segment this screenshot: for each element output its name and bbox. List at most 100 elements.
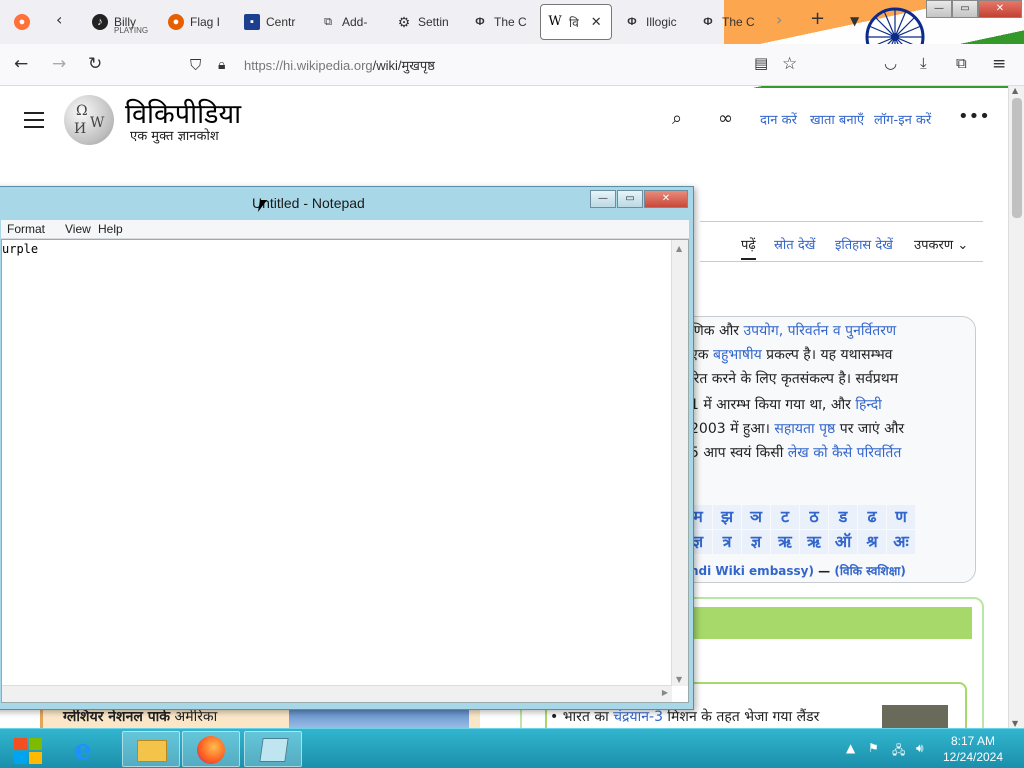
network-icon[interactable]: 🖧︎: [892, 741, 905, 762]
alphabet-letter[interactable]: ऑ: [829, 530, 857, 554]
notepad-vertical-scrollbar[interactable]: ▲ ▼: [671, 240, 688, 686]
alphabet-letter[interactable]: ढ: [858, 505, 886, 529]
taskbar-internet-explorer[interactable]: e: [60, 731, 118, 767]
self-learning-link[interactable]: (विकि स्वशिक्षा): [834, 564, 906, 578]
scroll-down-icon[interactable]: ▼: [1012, 719, 1018, 728]
reader-view-icon[interactable]: ▤: [754, 54, 768, 72]
notepad-maximize-button[interactable]: ▭: [617, 190, 643, 208]
tab-scroll-right-icon[interactable]: ›: [776, 10, 782, 29]
embassy-link[interactable]: ndi Wiki embassy): [690, 564, 814, 578]
featured-link[interactable]: ग्लेशियर नेशनल पार्क: [63, 709, 170, 725]
firefox-view-tab[interactable]: ●: [8, 4, 32, 40]
tab-the-c-1[interactable]: Ф The C: [466, 4, 536, 40]
shield-icon[interactable]: ⛉: [190, 56, 201, 74]
alphabet-letter[interactable]: ञ: [742, 505, 770, 529]
window-maximize-button[interactable]: ▭: [952, 0, 978, 18]
notepad-titlebar[interactable]: Untitled - Notepad — ▭ ✕: [0, 187, 693, 219]
wikipedia-icon: W: [548, 14, 562, 29]
site-icon: Ф: [703, 16, 713, 28]
link-multilingual[interactable]: बहुभाषीय: [713, 347, 762, 363]
back-icon[interactable]: ←: [14, 54, 28, 74]
tab-read[interactable]: पढ़ें: [741, 235, 756, 260]
taskbar-file-explorer[interactable]: [122, 731, 180, 767]
more-options-icon[interactable]: •••: [958, 106, 990, 127]
menu-icon[interactable]: ≡: [992, 54, 1006, 74]
browser-tab-strip: ● ‹ ♪ Billy PLAYING ● Flag I ▪ Centr ⧉ A…: [0, 0, 1024, 88]
tab-the-c-2[interactable]: Ф The C: [694, 4, 764, 40]
downloads-icon[interactable]: ⤓: [920, 54, 927, 72]
system-clock[interactable]: 8:17 AM 12/24/2024: [940, 733, 1006, 765]
link-chandrayaan-3[interactable]: चंद्रयान-3: [613, 709, 663, 725]
alphabet-letter[interactable]: त्र: [713, 530, 741, 554]
new-tab-icon[interactable]: +: [810, 8, 825, 29]
tab-tools-label: उपकरण: [914, 238, 954, 253]
page-scrollbar[interactable]: ▲ ▼: [1008, 86, 1024, 728]
link-hindi[interactable]: हिन्दी: [855, 397, 881, 413]
notepad-horizontal-scrollbar[interactable]: ▶: [2, 685, 672, 702]
tab-flag[interactable]: ● Flag I: [162, 4, 232, 40]
notepad-minimize-button[interactable]: —: [590, 190, 616, 208]
alphabet-letter[interactable]: ड: [829, 505, 857, 529]
alphabet-letter[interactable]: ऋ: [771, 530, 799, 554]
tab-scroll-left-icon[interactable]: ‹: [56, 10, 62, 29]
tab-settings[interactable]: ⚙ Settin: [390, 4, 460, 40]
close-tab-icon[interactable]: ✕: [591, 14, 602, 30]
notepad-close-button[interactable]: ✕: [644, 190, 688, 208]
scroll-up-icon[interactable]: ▲: [676, 244, 682, 253]
link-use-modify-distribute[interactable]: उपयोग, परिवर्तन व पुनर्वितरण: [743, 323, 896, 339]
alphabet-letter[interactable]: ट: [771, 505, 799, 529]
bookmark-star-icon[interactable]: ☆: [782, 54, 797, 74]
search-icon[interactable]: ⌕: [672, 108, 682, 129]
create-account-link[interactable]: खाता बनाएँ: [810, 110, 864, 128]
alphabet-letter[interactable]: ण: [887, 505, 915, 529]
forward-icon[interactable]: →: [52, 54, 66, 74]
alphabet-letter[interactable]: झ: [713, 505, 741, 529]
scroll-down-icon[interactable]: ▼: [676, 675, 682, 684]
scroll-up-icon[interactable]: ▲: [1012, 86, 1018, 95]
tab-view-history[interactable]: इतिहास देखें: [835, 235, 893, 253]
extensions-icon[interactable]: ⧉: [956, 54, 967, 72]
tab-illogic[interactable]: Ф Illogic: [618, 4, 690, 40]
windows-logo-part: [29, 752, 42, 764]
alphabet-letter[interactable]: ज्ञ: [742, 530, 770, 554]
menu-help[interactable]: Help: [98, 222, 123, 236]
window-close-button[interactable]: ✕: [978, 0, 1022, 18]
show-hidden-icons-icon[interactable]: ▲: [846, 741, 855, 755]
url-bar[interactable]: ⛉ 🔒︎ https://hi.wikipedia.org/wiki/मुखपृ…: [180, 50, 820, 80]
pocket-icon[interactable]: ◡: [884, 54, 897, 72]
url-path: /wiki/मुखपृष्ठ: [372, 58, 435, 73]
alphabet-letter[interactable]: ऋ: [800, 530, 828, 554]
appearance-icon[interactable]: ∞: [718, 108, 733, 129]
menu-format[interactable]: Format: [7, 222, 45, 236]
taskbar-firefox[interactable]: [182, 731, 240, 767]
tab-centr[interactable]: ▪ Centr: [238, 4, 308, 40]
menu-view[interactable]: View: [65, 222, 91, 236]
main-menu-icon[interactable]: [24, 112, 44, 128]
window-minimize-button[interactable]: —: [926, 0, 952, 18]
alphabet-letter[interactable]: श्र: [858, 530, 886, 554]
volume-icon[interactable]: 🔊︎: [916, 741, 924, 756]
reload-icon[interactable]: ↻: [88, 54, 102, 74]
notepad-text-area[interactable]: urple ▲ ▼ ▶: [1, 239, 689, 703]
action-center-icon[interactable]: ⚑: [868, 741, 879, 755]
tab-wikipedia[interactable]: W वि ✕: [540, 4, 612, 40]
tab-addons[interactable]: ⧉ Add-: [314, 4, 384, 40]
tab-billy[interactable]: ♪ Billy PLAYING: [86, 4, 152, 40]
donate-link[interactable]: दान करें: [760, 110, 797, 128]
tab-tools[interactable]: उपकरण ⌄: [914, 235, 968, 253]
tab-view-source[interactable]: स्रोत देखें: [774, 235, 815, 253]
wikipedia-logo[interactable]: Ω W И: [64, 95, 114, 145]
start-button[interactable]: [6, 733, 46, 765]
login-link[interactable]: लॉग-इन करें: [874, 110, 931, 128]
intro-line-3: रित करने के लिए कृतसंकल्प है। सर्वप्रथम: [690, 371, 899, 387]
list-tabs-icon[interactable]: ▼: [850, 14, 859, 28]
link-help-page[interactable]: सहायता पृष्ठ: [774, 421, 835, 437]
alphabet-letter[interactable]: ठ: [800, 505, 828, 529]
news-thumbnail[interactable]: [882, 705, 948, 729]
alphabet-letter[interactable]: अः: [887, 530, 915, 554]
scrollbar-thumb[interactable]: [1012, 98, 1022, 218]
link-how-to-edit[interactable]: लेख को कैसे परिवर्तित: [788, 445, 902, 461]
taskbar-notepad[interactable]: [244, 731, 302, 767]
lock-icon[interactable]: 🔒︎: [218, 57, 225, 73]
scroll-right-icon[interactable]: ▶: [662, 688, 668, 697]
